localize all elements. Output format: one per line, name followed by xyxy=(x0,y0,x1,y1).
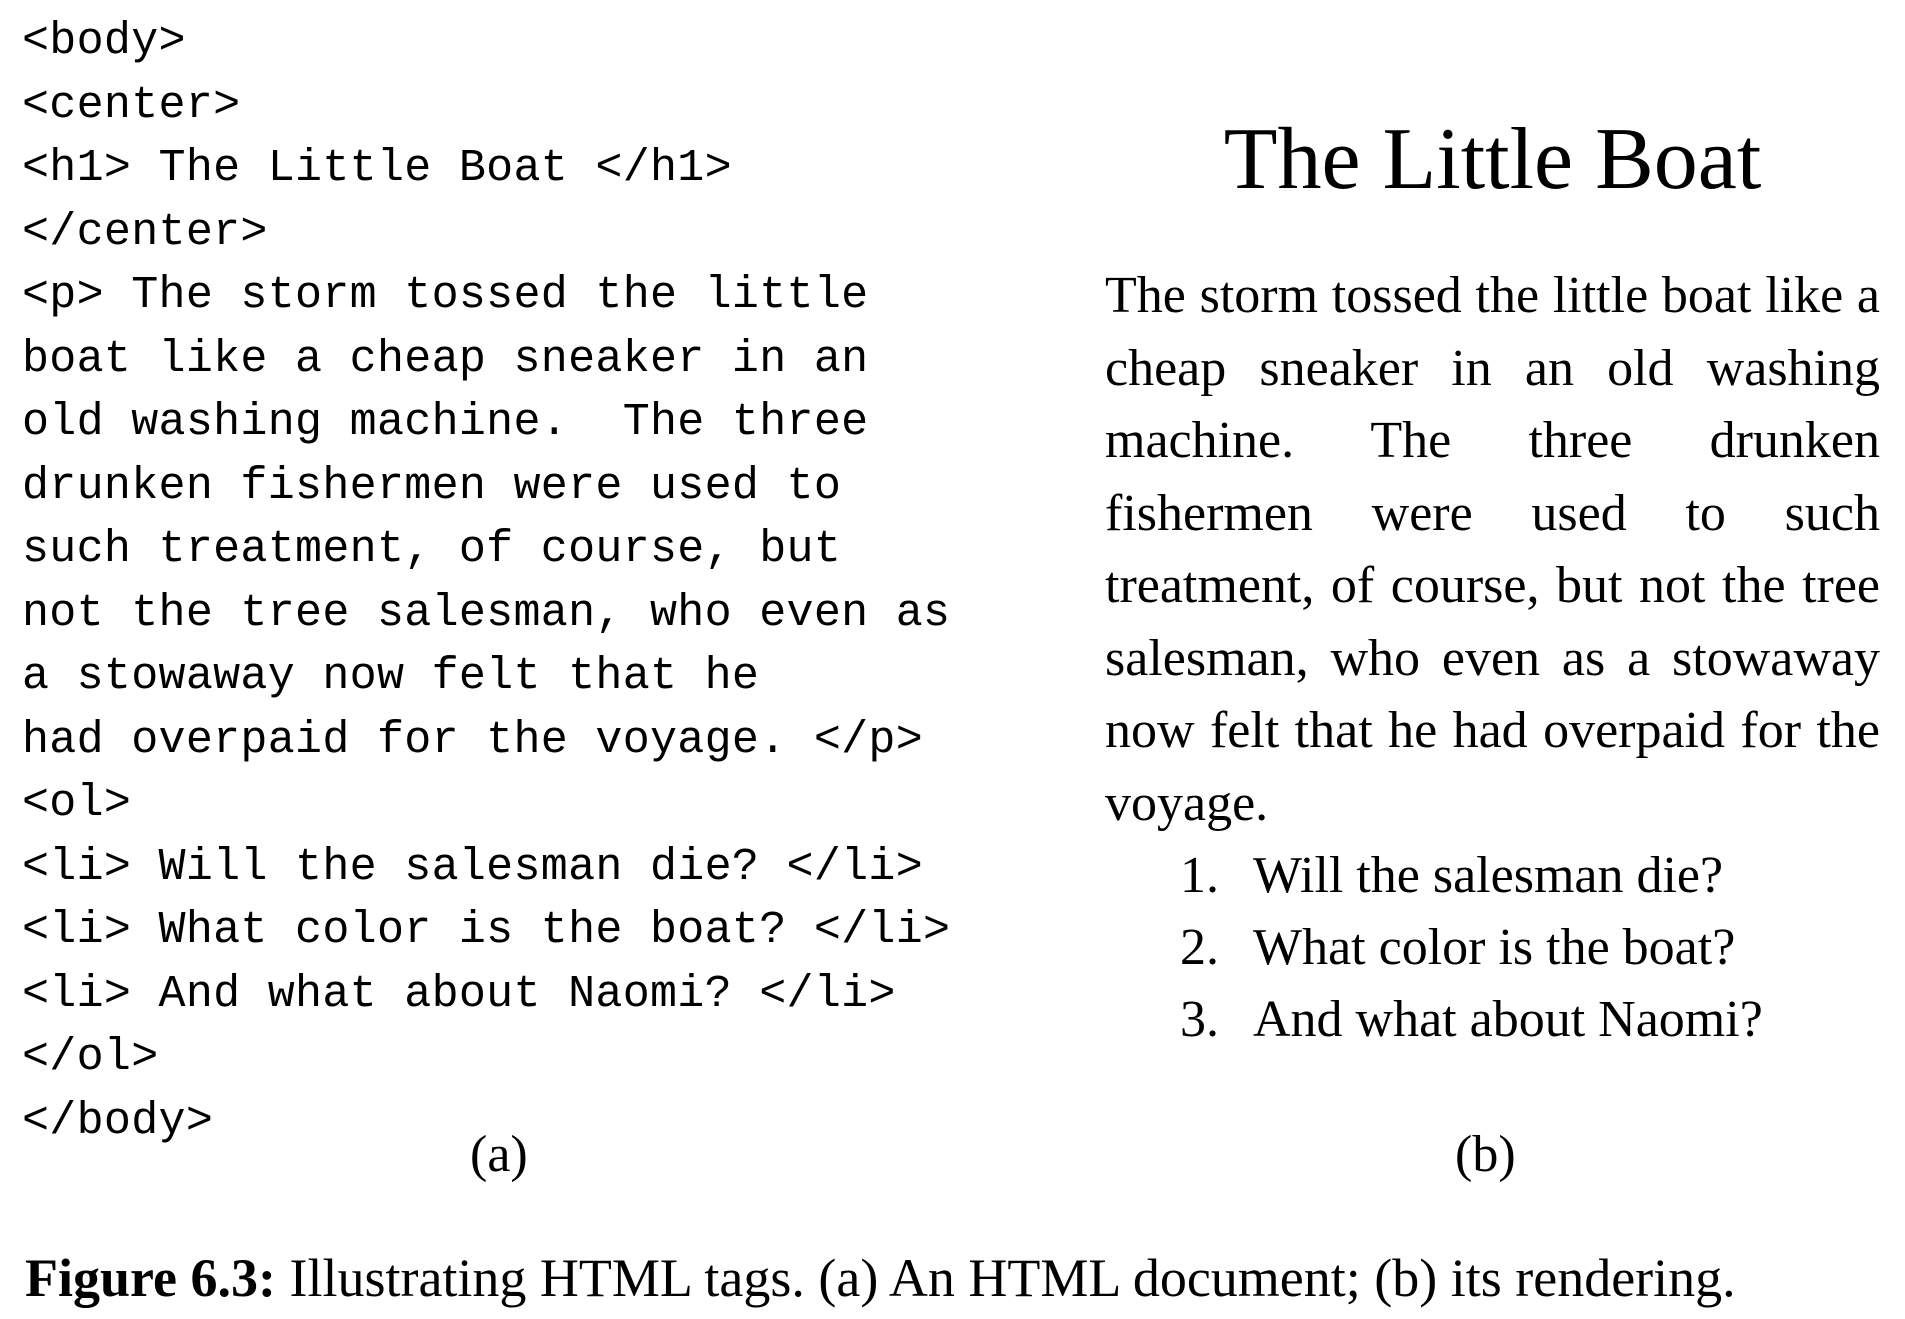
list-item-number: 1. xyxy=(1180,847,1219,904)
code-line: <li> What color is the boat? </li> xyxy=(22,905,951,956)
panel-label-a: (a) xyxy=(470,1126,528,1183)
figure-caption: Figure 6.3: Illustrating HTML tags. (a) … xyxy=(25,1245,1736,1311)
list-item-text: Will the salesman die? xyxy=(1253,847,1724,904)
list-item-text: What color is the boat? xyxy=(1253,919,1736,976)
list-item-text: And what about Naomi? xyxy=(1253,991,1763,1048)
code-line: boat like a cheap sneaker in an xyxy=(22,333,869,385)
code-line: </ol> xyxy=(22,1032,159,1083)
code-line: not the tree salesman, who even as xyxy=(22,587,951,639)
html-source-code: <body> <center> <h1> The Little Boat </h… xyxy=(22,10,1022,1153)
code-line: such treatment, of course, but xyxy=(22,524,842,575)
code-line: <p> The storm tossed the little xyxy=(22,270,869,321)
figure-caption-text: Illustrating HTML tags. (a) An HTML docu… xyxy=(275,1248,1736,1308)
figure-caption-label: Figure 6.3: xyxy=(25,1248,276,1308)
list-item: 2. What color is the boat? xyxy=(1105,912,1880,984)
code-line: old washing machine. The three xyxy=(22,397,869,448)
code-line: </center> xyxy=(22,206,268,258)
rendered-document: The Little Boat The storm tossed the lit… xyxy=(1105,105,1880,1056)
rendered-title: The Little Boat xyxy=(1223,111,1762,208)
rendered-list: 1. Will the salesman die? 2. What color is… xyxy=(1105,840,1880,1056)
code-line: <li> Will the salesman die? </li> xyxy=(22,841,924,893)
list-item-number: 2. xyxy=(1180,919,1219,976)
list-item: 3. And what about Naomi? xyxy=(1105,984,1880,1056)
code-line: a stowaway now felt that he xyxy=(22,651,760,702)
list-item: 1. Will the salesman die? xyxy=(1105,840,1880,912)
code-line: drunken fishermen were used to xyxy=(22,460,842,512)
code-line: <body> xyxy=(22,16,186,67)
panel-label-b: (b) xyxy=(1455,1126,1516,1183)
rendered-paragraph: The storm tossed the little boat like a … xyxy=(1105,267,1880,832)
code-line: <h1> The Little Boat </h1> xyxy=(22,143,732,194)
code-line: had overpaid for the voyage. </p> xyxy=(22,714,924,766)
code-line: <li> And what about Naomi? </li> xyxy=(22,968,896,1020)
code-line: <ol> xyxy=(22,778,132,829)
code-line: <center> xyxy=(22,79,241,131)
list-item-number: 3. xyxy=(1180,991,1219,1048)
